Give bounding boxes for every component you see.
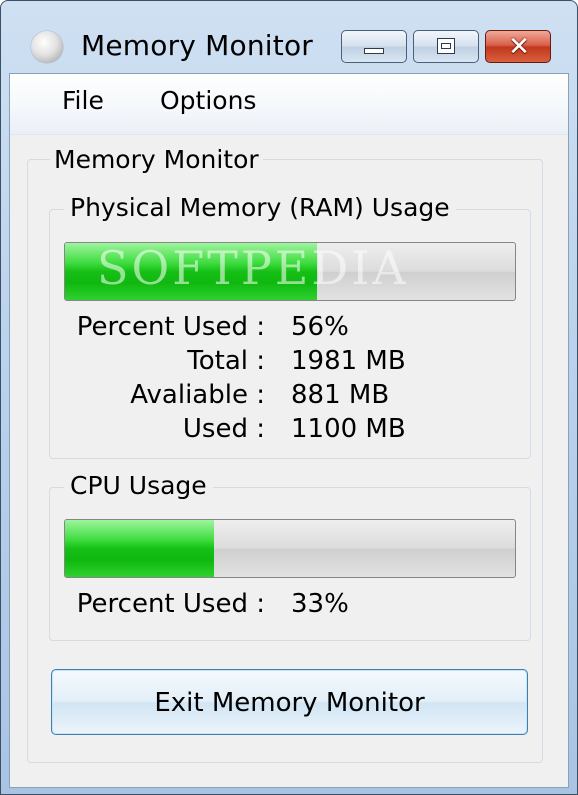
cpu-percent-row: Percent Used : (65, 587, 265, 621)
minimize-button[interactable] (341, 30, 407, 63)
app-window: Memory Monitor ✕ File Options Memory Mon… (0, 0, 578, 795)
cpu-percent-value: 33% (291, 589, 349, 619)
ram-total-label: Total : (187, 346, 265, 376)
memory-app-icon (31, 31, 63, 63)
cpu-progress-fill (65, 520, 214, 577)
cpu-percent-label: Percent Used : (76, 589, 265, 619)
cpu-usage-group-label: CPU Usage (64, 470, 213, 502)
maximize-icon (437, 38, 455, 54)
ram-percent-row: Percent Used : (65, 310, 265, 344)
ram-total-value: 1981 MB (291, 346, 406, 376)
maximize-button[interactable] (413, 30, 479, 63)
title-bar[interactable]: Memory Monitor ✕ (1, 1, 577, 73)
menu-options[interactable]: Options (160, 86, 256, 115)
close-button[interactable]: ✕ (485, 30, 551, 63)
ram-total-row: Total : (65, 344, 265, 378)
exit-memory-monitor-button[interactable]: Exit Memory Monitor (51, 669, 528, 735)
memory-monitor-group-label: Memory Monitor (50, 144, 263, 176)
ram-used-row: Used : (65, 412, 265, 446)
ram-progress-bar (64, 242, 516, 301)
ram-percent-value: 56% (291, 312, 349, 342)
ram-percent-label: Percent Used : (76, 312, 265, 342)
cpu-progress-bar (64, 519, 516, 578)
close-icon: ✕ (508, 32, 530, 62)
ram-progress-fill (65, 243, 317, 300)
minimize-icon (364, 48, 384, 54)
ram-usage-group-label: Physical Memory (RAM) Usage (64, 192, 456, 224)
ram-used-value: 1100 MB (291, 414, 406, 444)
window-title: Memory Monitor (81, 29, 314, 62)
ram-available-row: Avaliable : (65, 378, 265, 412)
menu-bar: File Options (10, 74, 568, 135)
ram-available-value: 881 MB (291, 380, 390, 410)
menu-file[interactable]: File (62, 86, 104, 115)
ram-available-label: Avaliable : (130, 380, 265, 410)
ram-used-label: Used : (182, 414, 265, 444)
